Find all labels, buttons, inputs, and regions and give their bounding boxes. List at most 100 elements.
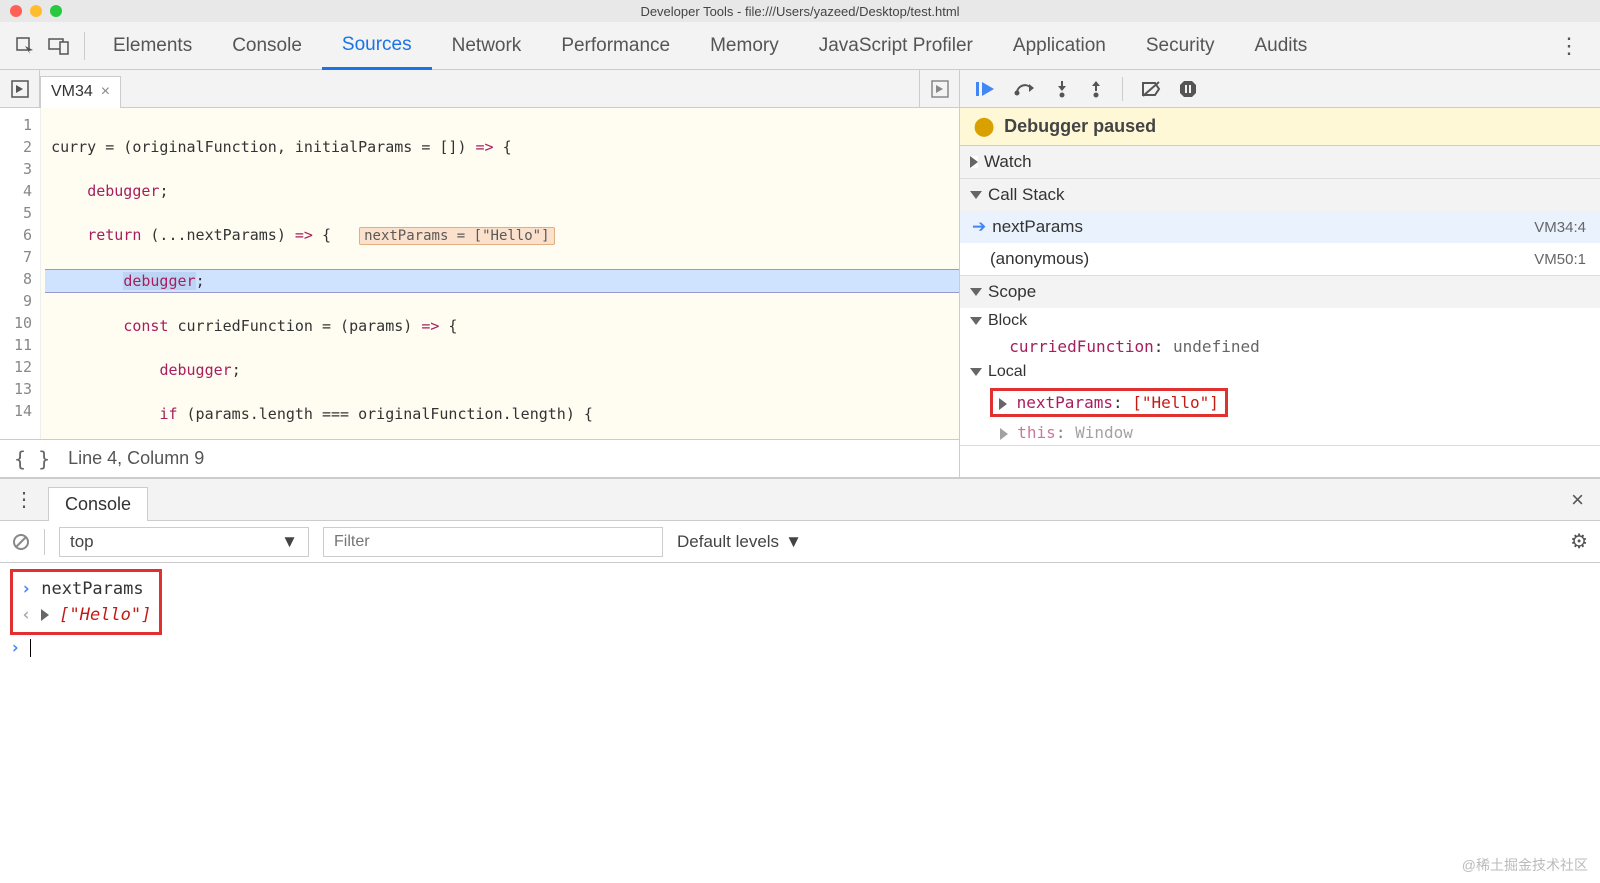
frame-location: VM50:1 <box>1534 251 1586 268</box>
debugger-paused-banner: ⬤ Debugger paused <box>960 108 1600 146</box>
step-over-icon[interactable] <box>1014 80 1036 98</box>
scope-label: Scope <box>988 282 1036 302</box>
scope-variable-highlighted[interactable]: nextParams: ["Hello"] <box>960 385 1600 420</box>
window-title: Developer Tools - file:///Users/yazeed/D… <box>640 4 959 19</box>
tab-elements[interactable]: Elements <box>93 22 212 70</box>
line-gutter: 1234567891011121314 <box>0 108 41 439</box>
window-titlebar: Developer Tools - file:///Users/yazeed/D… <box>0 0 1600 22</box>
var-name: this <box>1017 423 1056 442</box>
devtools-tabs: Elements Console Sources Network Perform… <box>0 22 1600 70</box>
callstack-panel: Call Stack ➔ nextParams VM34:4 (anonymou… <box>960 179 1600 276</box>
watch-header[interactable]: Watch <box>960 146 1600 178</box>
tab-application[interactable]: Application <box>993 22 1126 70</box>
code-editor[interactable]: 1234567891011121314 curry = (originalFun… <box>0 108 959 439</box>
watch-label: Watch <box>984 152 1032 172</box>
console-input-line: › nextParams <box>21 576 151 602</box>
chevron-down-icon: ▼ <box>785 532 802 552</box>
context-selector[interactable]: top ▼ <box>59 527 309 557</box>
tab-memory[interactable]: Memory <box>690 22 799 70</box>
inline-value: nextParams = ["Hello"] <box>359 227 554 245</box>
editor-tab-label: VM34 <box>51 83 93 101</box>
local-label: Local <box>988 363 1026 381</box>
console-settings-icon[interactable]: ⚙ <box>1570 529 1588 554</box>
highlighted-console-entry: › nextParams ‹ ["Hello"] <box>10 569 162 635</box>
callstack-header[interactable]: Call Stack <box>960 179 1600 211</box>
var-value: undefined <box>1173 337 1260 356</box>
cursor-position: Line 4, Column 9 <box>68 448 204 469</box>
console-tab[interactable]: Console <box>48 487 148 521</box>
console-output-line: ‹ ["Hello"] <box>21 602 151 628</box>
scope-variable[interactable]: this: Window <box>960 420 1600 445</box>
filter-input[interactable] <box>323 527 663 557</box>
stack-frame[interactable]: (anonymous) VM50:1 <box>960 243 1600 275</box>
collapse-icon <box>970 288 982 296</box>
tab-performance[interactable]: Performance <box>541 22 690 70</box>
watermark: @稀土掘金技术社区 <box>1462 855 1588 875</box>
debugger-toggle-icon[interactable] <box>919 70 959 107</box>
context-label: top <box>70 532 94 552</box>
tab-console[interactable]: Console <box>212 22 322 70</box>
tab-security[interactable]: Security <box>1126 22 1235 70</box>
cursor <box>30 639 31 657</box>
maximize-window-icon[interactable] <box>50 5 62 17</box>
var-name: curriedFunction <box>1009 337 1154 356</box>
expand-icon <box>970 156 978 168</box>
close-window-icon[interactable] <box>10 5 22 17</box>
stack-frame[interactable]: ➔ nextParams VM34:4 <box>960 211 1600 243</box>
var-value: ["Hello"] <box>1132 393 1219 412</box>
minimize-window-icon[interactable] <box>30 5 42 17</box>
close-drawer-icon[interactable]: × <box>1555 487 1600 513</box>
scope-variable[interactable]: curriedFunction: undefined <box>960 334 1600 359</box>
separator <box>84 32 85 60</box>
console-input-text: nextParams <box>41 579 143 599</box>
tab-sources[interactable]: Sources <box>322 22 432 70</box>
input-chevron-icon: › <box>10 638 20 658</box>
current-frame-icon: ➔ <box>972 217 986 237</box>
clear-console-icon[interactable] <box>12 533 30 551</box>
scope-header[interactable]: Scope <box>960 276 1600 308</box>
log-levels-selector[interactable]: Default levels ▼ <box>677 532 802 552</box>
device-toggle-icon[interactable] <box>42 29 76 63</box>
var-value: Window <box>1075 423 1133 442</box>
editor-tab-vm34[interactable]: VM34 × <box>40 76 121 108</box>
block-label: Block <box>988 312 1027 330</box>
frame-name: nextParams <box>992 217 1083 237</box>
console-output-text: ["Hello"] <box>59 605 151 625</box>
editor-statusbar: { } Line 4, Column 9 <box>0 439 959 477</box>
separator <box>1122 77 1123 101</box>
console-output[interactable]: › nextParams ‹ ["Hello"] › <box>0 563 1600 667</box>
expand-icon[interactable] <box>41 609 49 621</box>
source-code[interactable]: curry = (originalFunction, initialParams… <box>41 108 959 439</box>
tab-audits[interactable]: Audits <box>1234 22 1327 70</box>
pause-exceptions-icon[interactable] <box>1179 80 1197 98</box>
separator <box>44 529 45 555</box>
pretty-print-icon[interactable]: { } <box>14 447 50 471</box>
expand-icon[interactable] <box>999 398 1007 410</box>
close-tab-icon[interactable]: × <box>101 83 110 101</box>
drawer-header: ⋮ Console × <box>0 479 1600 521</box>
deactivate-breakpoints-icon[interactable] <box>1141 80 1161 98</box>
var-name: nextParams <box>1017 393 1113 412</box>
scope-local-header[interactable]: Local <box>960 359 1600 385</box>
inspect-icon[interactable] <box>8 29 42 63</box>
tab-js-profiler[interactable]: JavaScript Profiler <box>799 22 993 70</box>
step-out-icon[interactable] <box>1088 80 1104 98</box>
editor-tabs: VM34 × <box>0 70 959 108</box>
levels-label: Default levels <box>677 532 779 552</box>
frame-name: (anonymous) <box>990 249 1089 269</box>
step-into-icon[interactable] <box>1054 80 1070 98</box>
console-toolbar: top ▼ Default levels ▼ ⚙ <box>0 521 1600 563</box>
drawer-menu-icon[interactable]: ⋮ <box>0 487 48 512</box>
more-menu-icon[interactable]: ⋮ <box>1546 33 1592 59</box>
navigator-toggle-icon[interactable] <box>0 70 40 107</box>
resume-icon[interactable] <box>974 80 996 98</box>
callstack-label: Call Stack <box>988 185 1065 205</box>
expand-icon[interactable] <box>1000 428 1008 440</box>
collapse-icon <box>970 368 982 376</box>
console-prompt[interactable]: › <box>10 635 1590 661</box>
scope-block-header[interactable]: Block <box>960 308 1600 334</box>
input-chevron-icon: › <box>21 579 31 599</box>
collapse-icon <box>970 191 982 199</box>
window-controls <box>10 5 62 17</box>
tab-network[interactable]: Network <box>432 22 542 70</box>
